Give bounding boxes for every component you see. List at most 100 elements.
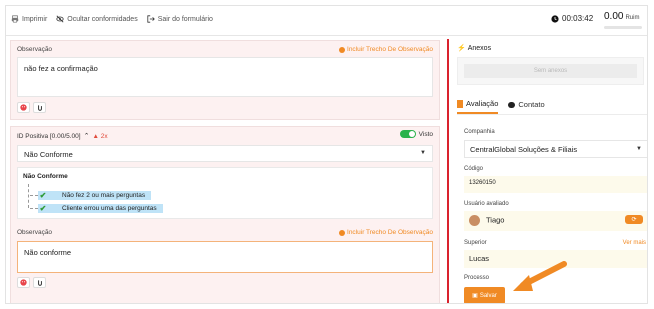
process-label: Processo [464, 275, 490, 281]
conformity-select[interactable]: Não Conforme ▼ [17, 145, 433, 162]
company-select[interactable]: CentralGlobal Soluções & Filiais ▼ [464, 140, 647, 158]
code-value: 13260150 [469, 180, 496, 186]
hide-label: Ocultar conformidades [67, 15, 138, 23]
top-actions: Imprimir Ocultar conformidades Sair do f… [11, 15, 213, 23]
observation-card: Observação Incluir Trecho De Observação … [10, 40, 440, 120]
tab-contato-label: Contato [518, 100, 545, 109]
paperclip-icon [37, 105, 42, 111]
ver-mais-link[interactable]: Ver mais [623, 240, 646, 246]
printer-icon [11, 15, 19, 23]
print-button[interactable]: Imprimir [11, 15, 47, 23]
tree-branch [30, 208, 38, 209]
clock-icon [551, 14, 559, 23]
attachments-button[interactable]: Sem anexos [464, 64, 637, 78]
warning-count: 2x [100, 132, 108, 140]
anexos-box: Sem anexos [457, 57, 644, 85]
observation-label: Observação [17, 46, 53, 53]
tree-item[interactable]: ✔ Cliente errou uma das perguntas [30, 204, 163, 213]
emoji-button[interactable] [17, 102, 30, 113]
save-label: Salvar [479, 292, 497, 299]
tab-avaliacao-label: Avaliação [466, 99, 499, 108]
criterion-title-row: ID Positiva [0.00/5.00] ⌃ ▲ 2x [17, 132, 108, 141]
eye-slash-icon [56, 15, 64, 23]
refresh-icon: ⟳ [631, 217, 637, 223]
sidebar-tabs: Avaliação Contato [457, 99, 647, 115]
emoji-icon [20, 104, 27, 111]
observation-textarea[interactable]: não fez a confirmação [17, 57, 433, 97]
score: 0.00 Ruim [604, 11, 639, 22]
score-rating: Ruim [625, 15, 640, 21]
paperclip-icon [37, 280, 42, 286]
tab-avaliacao[interactable]: Avaliação [457, 99, 499, 114]
arrow-annotation-icon [513, 261, 567, 291]
chat-icon [508, 101, 516, 108]
score-bar [604, 26, 642, 29]
caret-down-icon: ▼ [636, 146, 642, 152]
check-icon[interactable]: ✔ [38, 204, 48, 213]
save-button[interactable]: ▣ Salvar [464, 287, 505, 303]
exit-label: Sair do formulário [157, 15, 213, 23]
avatar [469, 215, 480, 226]
anexos-header: ⚡ Anexos [457, 44, 492, 53]
observation-text: Não conforme [24, 248, 72, 257]
observation-textarea[interactable]: Não conforme [17, 241, 433, 273]
check-icon[interactable]: ✔ [38, 191, 48, 200]
chevron-up-icon[interactable]: ⌃ [84, 132, 90, 140]
include-observation-label: Incluir Trecho De Observação [347, 46, 433, 53]
user-value: Tiago [486, 215, 505, 225]
exit-form-button[interactable]: Sair do formulário [147, 15, 213, 23]
tree-item[interactable]: ✔ Não fez 2 ou mais perguntas [30, 191, 152, 200]
criterion-card: ID Positiva [0.00/5.00] ⌃ ▲ 2x Visto Não… [10, 126, 440, 303]
superior-label: Superior [464, 240, 487, 246]
top-bar: Imprimir Ocultar conformidades Sair do f… [6, 6, 647, 36]
emoji-icon [20, 279, 27, 286]
company-value: CentralGlobal Soluções & Filiais [470, 145, 578, 154]
document-icon [457, 99, 463, 108]
swap-user-button[interactable]: ⟳ [625, 215, 643, 224]
tree-item-label: Não fez 2 ou mais perguntas [48, 191, 152, 200]
panel-divider [447, 39, 449, 303]
include-observation-link[interactable]: Incluir Trecho De Observação [339, 229, 433, 236]
print-label: Imprimir [22, 15, 48, 23]
emoji-button[interactable] [17, 277, 30, 288]
sign-out-icon [147, 15, 155, 23]
attach-button[interactable] [33, 277, 46, 288]
observation-tools [17, 102, 46, 113]
timer-value: 00:03:42 [562, 14, 594, 23]
tree-connector [28, 184, 29, 208]
hide-conformities-button[interactable]: Ocultar conformidades [56, 15, 138, 23]
tab-contato[interactable]: Contato [508, 100, 545, 113]
timer: 00:03:42 [551, 14, 593, 23]
include-observation-link[interactable]: Incluir Trecho De Observação [339, 46, 433, 53]
company-label: Companhia [464, 129, 495, 135]
warning-badge: ▲ 2x [92, 132, 108, 140]
observation-text: não fez a confirmação [24, 64, 98, 73]
plus-circle-icon [339, 46, 346, 53]
user-field: Tiago ⟳ [464, 211, 647, 231]
tree-title: Não Conforme [23, 173, 68, 180]
user-label: Usuário avaliado [464, 201, 509, 207]
visto-toggle[interactable] [399, 130, 416, 138]
observation-label: Observação [17, 229, 53, 236]
visto-label: Visto [418, 130, 433, 138]
include-observation-label: Incluir Trecho De Observação [347, 229, 433, 236]
tree-branch [30, 195, 38, 196]
conformity-selected: Não Conforme [24, 150, 73, 159]
bolt-icon: ⚡ [457, 45, 466, 52]
anexos-label: Anexos [467, 44, 492, 52]
tree-item-label: Cliente errou uma das perguntas [48, 204, 163, 213]
code-label: Código [464, 166, 484, 172]
score-value: 0.00 [604, 11, 624, 22]
code-field: 13260150 [464, 176, 647, 193]
observation-tools [17, 277, 46, 288]
caret-down-icon: ▼ [420, 150, 426, 156]
page: Imprimir Ocultar conformidades Sair do f… [5, 5, 648, 304]
superior-value: Lucas [469, 254, 490, 263]
save-icon: ▣ [472, 293, 478, 299]
evaluation-panel: Observação Incluir Trecho De Observação … [6, 37, 443, 303]
criterion-title: ID Positiva [0.00/5.00] [17, 132, 81, 140]
attach-button[interactable] [33, 102, 46, 113]
plus-circle-icon [339, 229, 346, 236]
nonconformity-tree: Não Conforme ✔ Não fez 2 ou mais pergunt… [17, 167, 433, 219]
visto-toggle-wrap: Visto [399, 130, 433, 138]
